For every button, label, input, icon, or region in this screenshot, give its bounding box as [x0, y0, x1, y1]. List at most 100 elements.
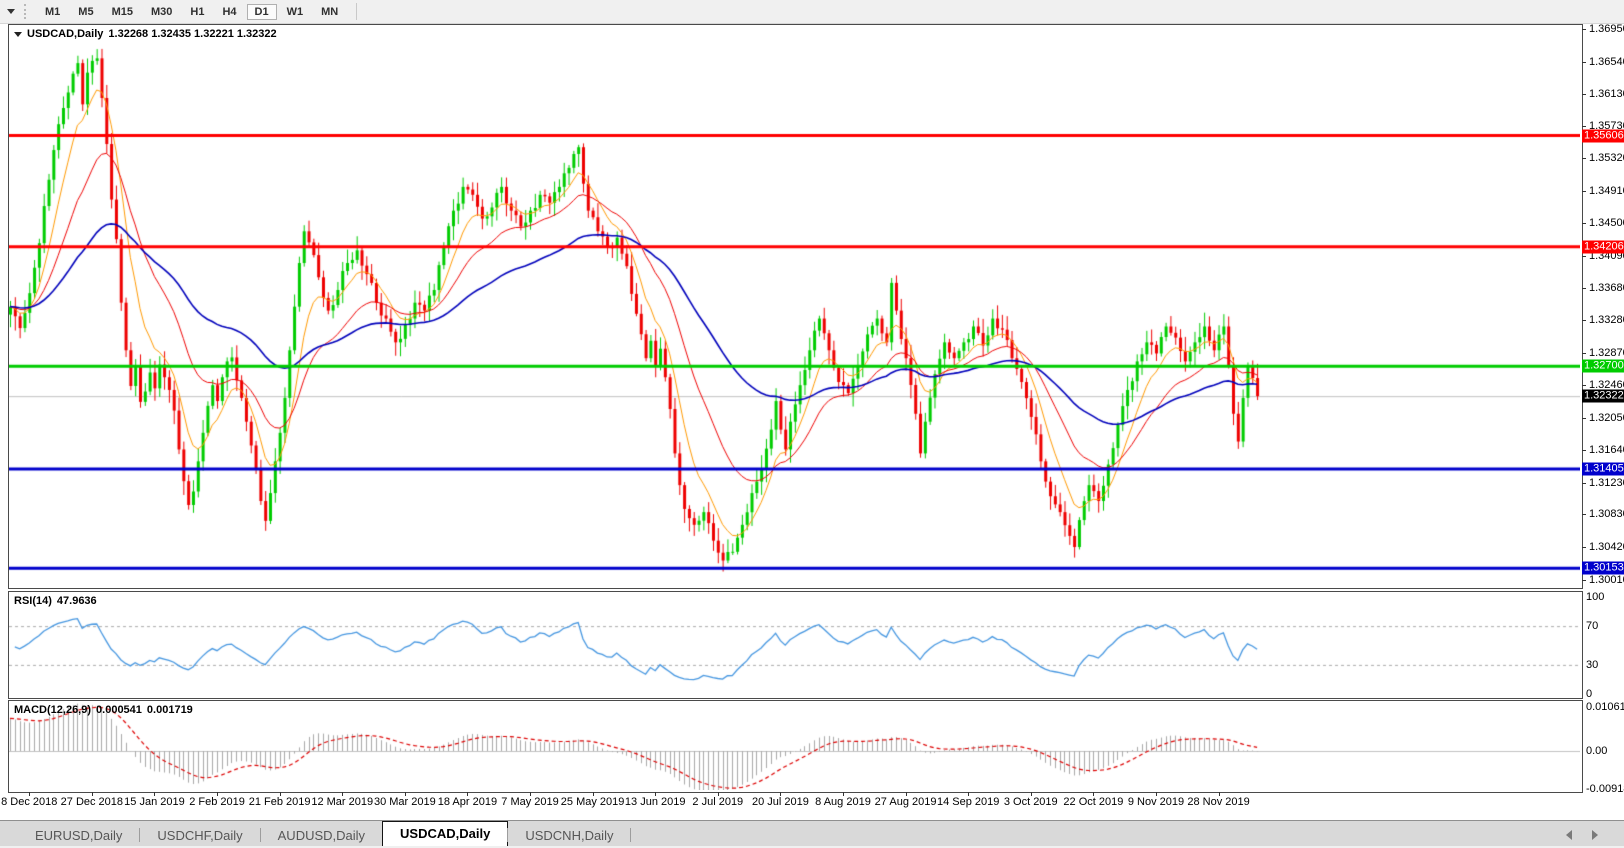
date-axis-label: 13 Jun 2019 — [625, 796, 686, 808]
rsi-axis-tick: 0 — [1586, 688, 1592, 700]
price-axis-tick-mark — [1582, 29, 1586, 30]
price-level-label-1.30153: 1.30153 — [1582, 562, 1624, 575]
price-axis-tick-mark — [1582, 223, 1586, 224]
symbol-tabbar: EURUSD,DailyUSDCHF,DailyAUDUSD,DailyUSDC… — [0, 820, 1624, 846]
chart-title: USDCAD,Daily 1.32268 1.32435 1.32221 1.3… — [14, 28, 277, 40]
price-axis-tick-mark — [1582, 385, 1586, 386]
price-axis-tick: 1.35320 — [1589, 152, 1624, 164]
chevron-down-icon — [7, 9, 15, 14]
date-axis-label: 12 Mar 2019 — [311, 796, 373, 808]
price-level-label-1.34206: 1.34206 — [1582, 240, 1624, 253]
date-axis-label: 8 Dec 2018 — [1, 796, 57, 808]
rsi-axis-tick: 100 — [1586, 591, 1604, 603]
timeframe-toolbar: M1M5M15M30H1H4D1W1MN — [0, 0, 1624, 24]
price-axis-tick: 1.30420 — [1589, 541, 1624, 553]
price-axis-tick-mark — [1582, 158, 1586, 159]
price-axis-tick: 1.32870 — [1589, 347, 1624, 359]
tab-usdcnh[interactable]: USDCNH,Daily — [508, 825, 630, 846]
price-axis-tick-mark — [1582, 580, 1586, 581]
date-axis-label: 14 Sep 2019 — [937, 796, 999, 808]
date-axis-label: 2 Jul 2019 — [692, 796, 743, 808]
tab-audusd[interactable]: AUDUSD,Daily — [261, 825, 382, 846]
price-axis-tick: 1.30010 — [1589, 574, 1624, 586]
rsi-pane[interactable]: RSI(14) 47.9636 — [8, 591, 1583, 699]
chart-title-ohlc: 1.32268 1.32435 1.32221 1.32322 — [108, 28, 276, 40]
date-axis-label: 7 May 2019 — [501, 796, 558, 808]
date-axis-label: 18 Apr 2019 — [438, 796, 497, 808]
rsi-axis-tick: 30 — [1586, 659, 1598, 671]
timeframe-button-m30[interactable]: M30 — [143, 4, 180, 20]
date-axis-label: 28 Nov 2019 — [1187, 796, 1249, 808]
macd-label: MACD(12,26,9) 0.000541 0.001719 — [14, 704, 193, 716]
date-axis-label: 25 May 2019 — [561, 796, 625, 808]
timeframe-button-mn[interactable]: MN — [313, 4, 346, 20]
price-axis-tick-mark — [1582, 353, 1586, 354]
price-axis-tick-mark — [1582, 288, 1586, 289]
timeframe-buttons: M1M5M15M30H1H4D1W1MN — [36, 4, 347, 20]
collapse-icon[interactable] — [14, 32, 22, 37]
date-axis-label: 9 Nov 2019 — [1128, 796, 1184, 808]
date-axis-label: 20 Jul 2019 — [752, 796, 809, 808]
date-axis-label: 27 Dec 2018 — [61, 796, 123, 808]
price-axis-tick-mark — [1582, 126, 1586, 127]
price-axis-tick: 1.34500 — [1589, 217, 1624, 229]
price-axis-tick: 1.31640 — [1589, 444, 1624, 456]
price-chart-pane[interactable]: USDCAD,Daily 1.32268 1.32435 1.32221 1.3… — [8, 24, 1583, 589]
macd-axis-tick: 0.010615 — [1586, 701, 1624, 713]
toolbar-separator — [356, 3, 357, 20]
price-axis-tick-mark — [1582, 191, 1586, 192]
price-axis-tick-mark — [1582, 483, 1586, 484]
timeframe-button-m5[interactable]: M5 — [70, 4, 101, 20]
timeframe-button-m1[interactable]: M1 — [37, 4, 68, 20]
price-axis-tick: 1.33680 — [1589, 282, 1624, 294]
timeframe-button-w1[interactable]: W1 — [279, 4, 312, 20]
date-axis-label: 22 Oct 2019 — [1063, 796, 1123, 808]
date-axis-label: 27 Aug 2019 — [875, 796, 937, 808]
macd-pane[interactable]: MACD(12,26,9) 0.000541 0.001719 — [8, 700, 1583, 793]
price-axis-tick-mark — [1582, 547, 1586, 548]
rsi-canvas[interactable] — [9, 592, 1580, 696]
macd-indicator-name: MACD(12,26,9) — [14, 704, 91, 716]
price-axis-tick: 1.36950 — [1589, 23, 1624, 35]
macd-indicator-value-signal: 0.001719 — [147, 704, 193, 716]
tabs-scroll-left-icon[interactable] — [1566, 830, 1572, 840]
toolbar-grip[interactable] — [24, 4, 29, 19]
price-axis-tick-mark — [1582, 94, 1586, 95]
timeframe-button-d1[interactable]: D1 — [247, 4, 277, 20]
date-axis-label: 2 Feb 2019 — [189, 796, 245, 808]
macd-axis-tick: 0.00 — [1586, 745, 1607, 757]
macd-canvas[interactable] — [9, 701, 1580, 790]
charts-dropdown-button[interactable] — [0, 2, 22, 21]
price-axis-tick-mark — [1582, 450, 1586, 451]
tab-eurusd[interactable]: EURUSD,Daily — [18, 825, 139, 846]
macd-axis-tick: -0.009181 — [1586, 783, 1624, 795]
rsi-indicator-name: RSI(14) — [14, 595, 52, 607]
price-axis-tick: 1.31230 — [1589, 477, 1624, 489]
tabs-scroll-right-icon[interactable] — [1592, 830, 1598, 840]
date-axis-label: 8 Aug 2019 — [815, 796, 871, 808]
price-chart-canvas[interactable] — [9, 25, 1580, 586]
price-axis-tick: 1.30830 — [1589, 508, 1624, 520]
price-axis-tick: 1.34910 — [1589, 185, 1624, 197]
date-axis-label: 21 Feb 2019 — [249, 796, 311, 808]
timeframe-button-h1[interactable]: H1 — [182, 4, 212, 20]
price-axis-tick-mark — [1582, 418, 1586, 419]
tab-scroll-arrows — [1566, 830, 1598, 840]
price-axis-tick: 1.36540 — [1589, 56, 1624, 68]
rsi-axis-tick: 70 — [1586, 620, 1598, 632]
price-level-label-1.35606: 1.35606 — [1582, 129, 1624, 142]
price-axis-tick-mark — [1582, 256, 1586, 257]
price-axis[interactable]: 1.369501.365401.361301.357301.353201.349… — [1582, 0, 1624, 810]
rsi-label: RSI(14) 47.9636 — [14, 595, 97, 607]
tab-usdcad[interactable]: USDCAD,Daily — [382, 821, 508, 846]
rsi-indicator-value: 47.9636 — [57, 595, 97, 607]
mt4-window: M1M5M15M30H1H4D1W1MN USDCAD,Daily 1.3226… — [0, 0, 1624, 848]
timeframe-button-m15[interactable]: M15 — [104, 4, 141, 20]
timeframe-button-h4[interactable]: H4 — [214, 4, 244, 20]
date-axis-label: 3 Oct 2019 — [1004, 796, 1058, 808]
macd-indicator-value-main: 0.000541 — [96, 704, 142, 716]
price-axis-tick: 1.36130 — [1589, 88, 1624, 100]
tab-usdchf[interactable]: USDCHF,Daily — [140, 825, 259, 846]
tab-separator — [630, 828, 631, 842]
price-axis-tick-mark — [1582, 62, 1586, 63]
